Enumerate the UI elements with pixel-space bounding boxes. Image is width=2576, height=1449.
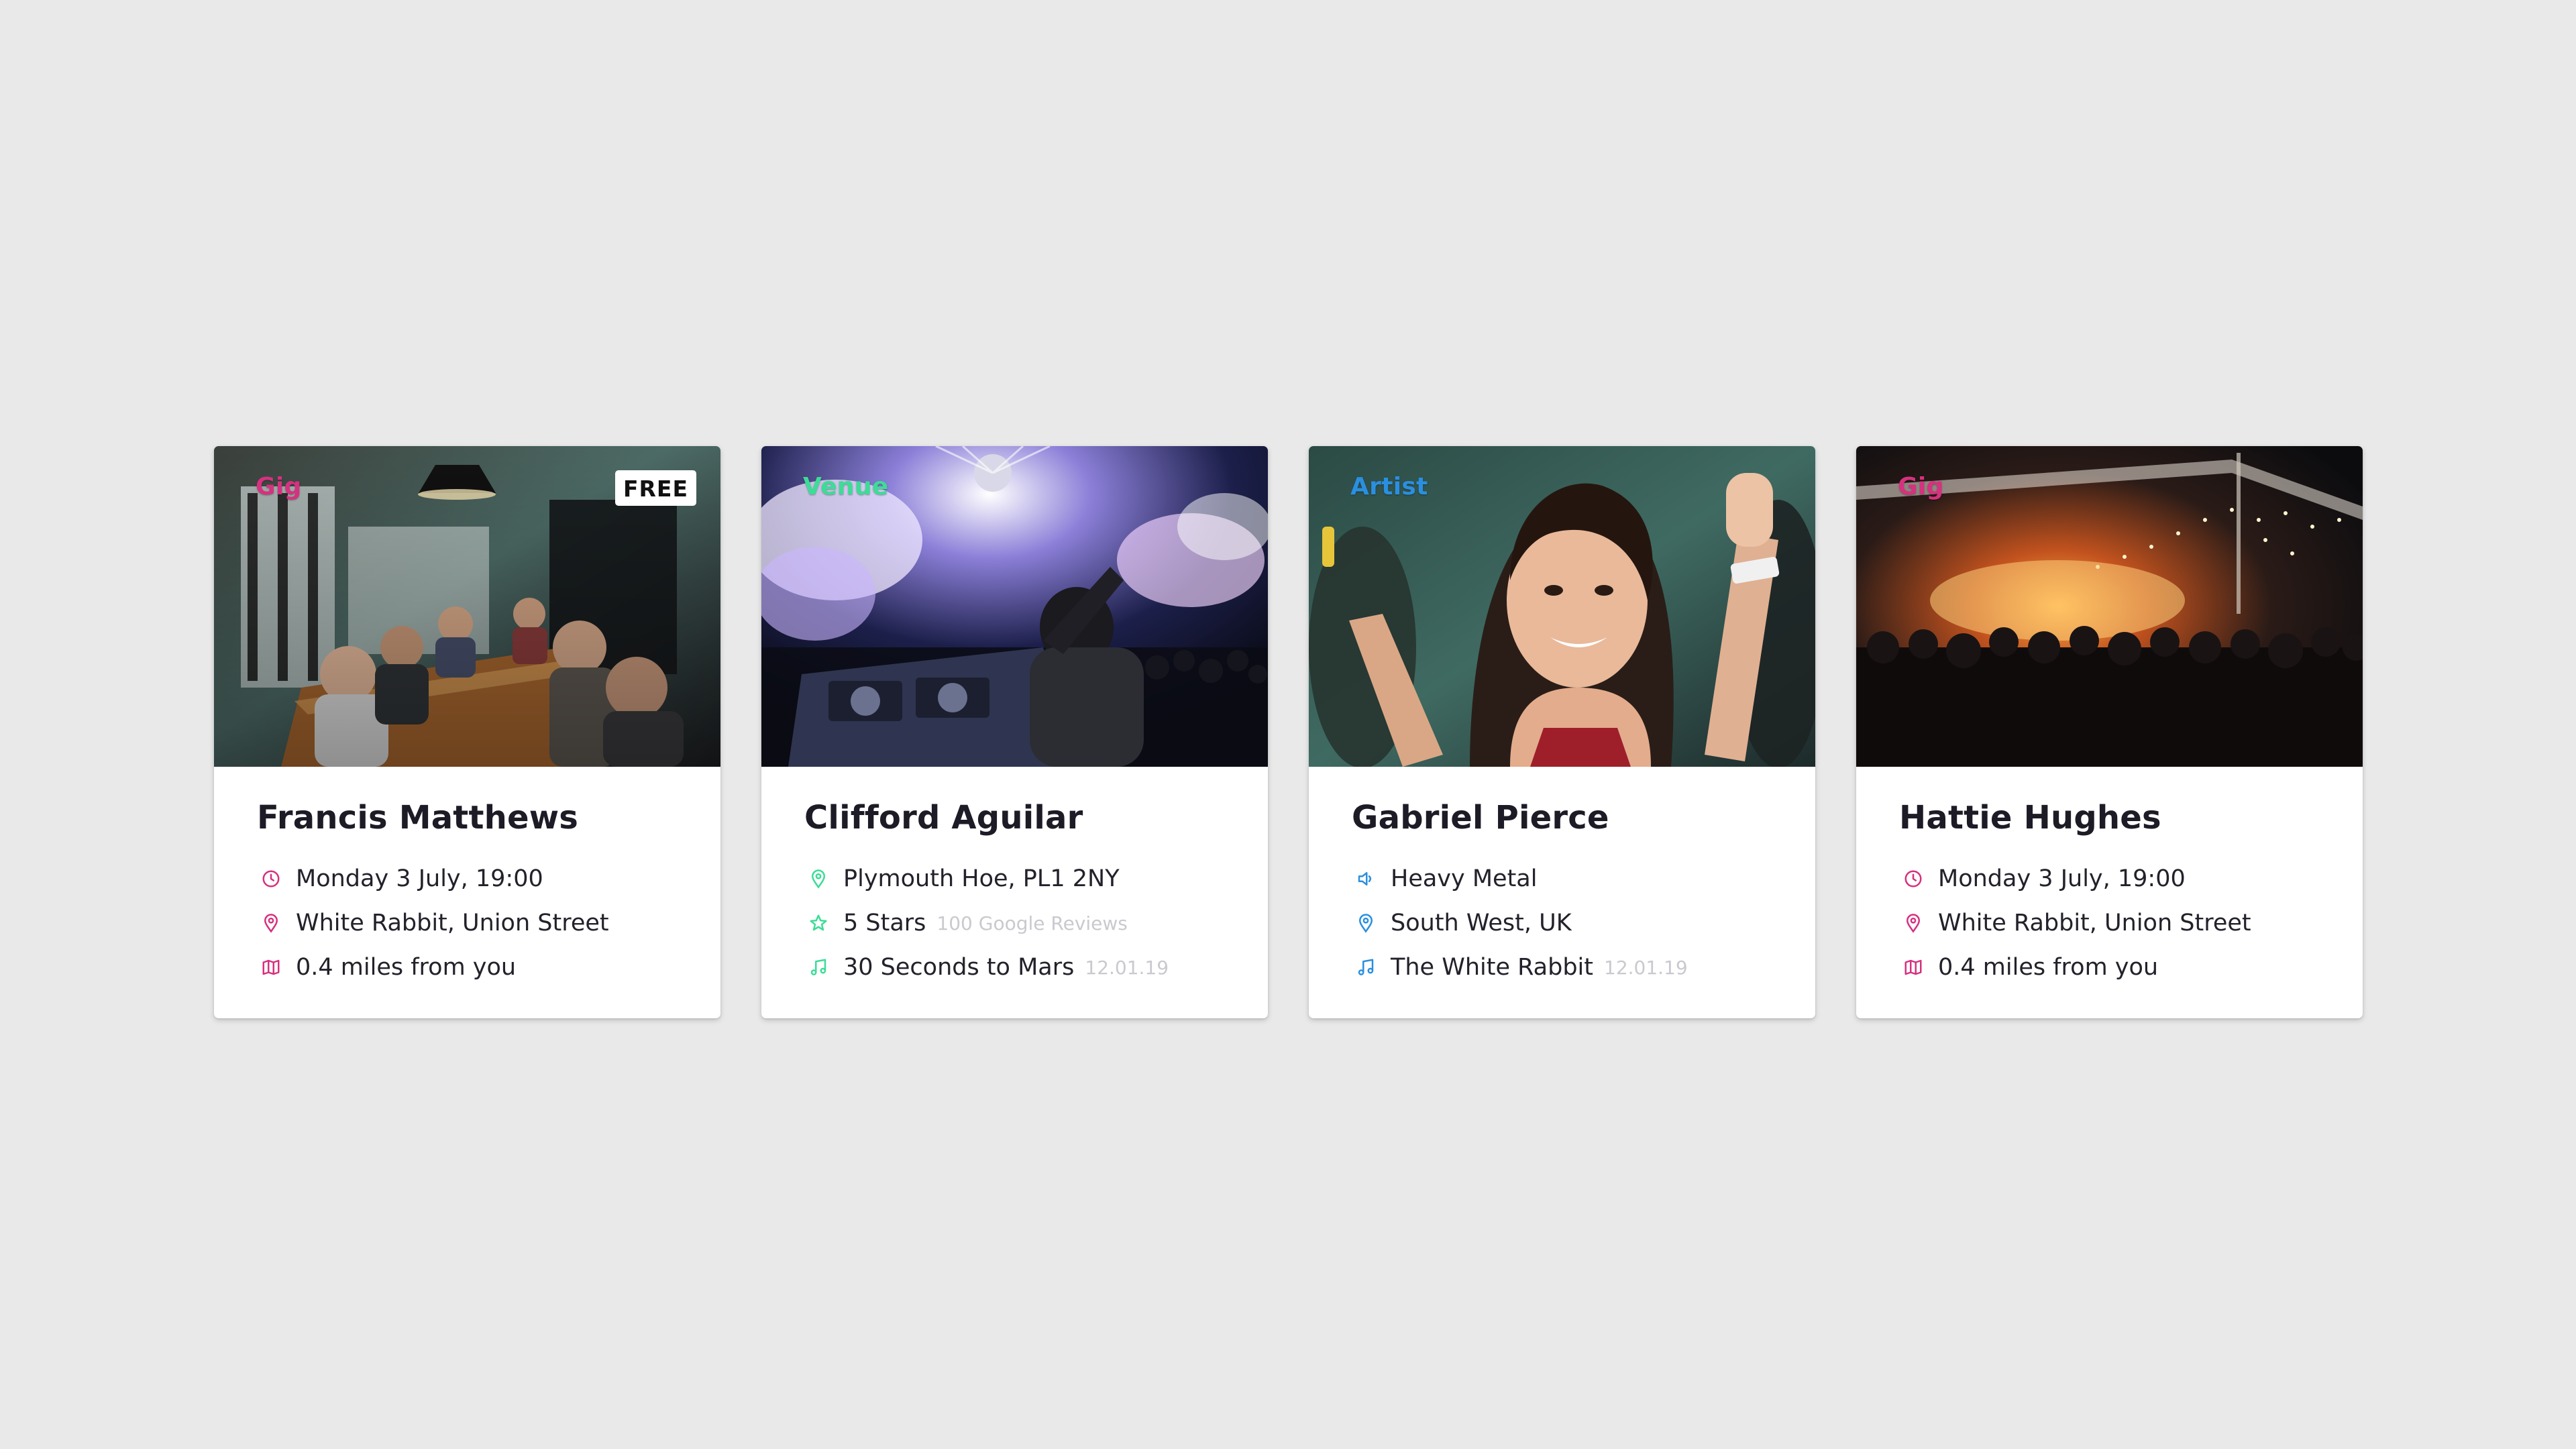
meta-text: South West, UK [1391,910,1572,936]
meta-row-event: 30 Seconds to Mars 12.01.19 [804,945,1226,989]
category-label: Artist [1350,473,1428,500]
meta-row-rating: 5 Stars 100 Google Reviews [804,901,1226,945]
meta-text: Plymouth Hoe, PL1 2NY [843,865,1120,892]
meta-row-location: South West, UK [1352,901,1774,945]
card-meta-list: Heavy Metal South West, UK The White Rab… [1352,857,1774,989]
location-pin-icon [1358,914,1373,933]
card-meta-list: Monday 3 July, 19:00 White Rabbit, Union… [1899,857,2321,989]
card-body: Hattie Hughes Monday 3 July, 19:00 White… [1856,767,2363,989]
meta-row-location: White Rabbit, Union Street [1899,901,2321,945]
free-badge: FREE [614,470,696,506]
event-date: 12.01.19 [1604,956,1688,979]
meta-text: Monday 3 July, 19:00 [1938,865,2186,892]
location-pin-icon [811,869,826,889]
event-card[interactable]: Artist Gabriel Pierce Heavy Metal South … [1309,446,1815,1018]
card-body: Francis Matthews Monday 3 July, 19:00 Wh… [214,767,720,989]
clock-icon [1904,870,1922,888]
page: Gig FREE Francis Matthews Monday 3 July,… [0,0,2576,1449]
card-meta-list: Plymouth Hoe, PL1 2NY 5 Stars 100 Google… [804,857,1226,989]
meta-text: Monday 3 July, 19:00 [296,865,543,892]
meta-row-location: White Rabbit, Union Street [257,901,679,945]
meta-text: 0.4 miles from you [296,954,517,981]
card-image[interactable]: Venue [761,446,1268,767]
location-pin-icon [1906,914,1921,933]
meta-row-distance: 0.4 miles from you [257,945,679,989]
event-card[interactable]: Gig Hattie Hughes Monday 3 July, 19:00 W… [1856,446,2363,1018]
review-count: 100 Google Reviews [936,912,1128,934]
card-list: Gig FREE Francis Matthews Monday 3 July,… [214,446,2363,1018]
music-note-icon [810,959,826,975]
card-image[interactable]: Gig FREE [214,446,720,767]
star-icon [810,914,827,931]
meta-text: 0.4 miles from you [1938,954,2159,981]
event-date: 12.01.19 [1085,956,1169,979]
meta-row-location: Plymouth Hoe, PL1 2NY [804,857,1226,901]
event-card[interactable]: Venue Clifford Aguilar Plymouth Hoe, PL1… [761,446,1268,1018]
meta-row-datetime: Monday 3 July, 19:00 [257,857,679,901]
meta-text: 5 Stars [843,910,926,936]
card-image[interactable]: Artist [1309,446,1815,767]
map-icon [262,959,280,975]
meta-row-genre: Heavy Metal [1352,857,1774,901]
card-body: Gabriel Pierce Heavy Metal South West, U… [1309,767,1815,989]
category-label: Gig [256,473,302,500]
meta-row-datetime: Monday 3 July, 19:00 [1899,857,2321,901]
card-title[interactable]: Francis Matthews [257,799,679,837]
meta-text: White Rabbit, Union Street [296,910,609,936]
clock-icon [262,870,280,888]
speaker-icon [1358,872,1372,885]
card-body: Clifford Aguilar Plymouth Hoe, PL1 2NY 5… [761,767,1268,989]
card-title[interactable]: Clifford Aguilar [804,799,1226,837]
category-label: Gig [1898,473,1944,500]
card-title[interactable]: Hattie Hughes [1899,799,2321,837]
event-card[interactable]: Gig FREE Francis Matthews Monday 3 July,… [214,446,720,1018]
meta-row-event: The White Rabbit 12.01.19 [1352,945,1774,989]
card-meta-list: Monday 3 July, 19:00 White Rabbit, Union… [257,857,679,989]
meta-text: White Rabbit, Union Street [1938,910,2251,936]
card-title[interactable]: Gabriel Pierce [1352,799,1774,837]
meta-row-distance: 0.4 miles from you [1899,945,2321,989]
category-label: Venue [803,473,889,500]
music-note-icon [1358,959,1374,975]
map-icon [1904,959,1922,975]
meta-text: Heavy Metal [1391,865,1538,892]
meta-text: The White Rabbit [1391,954,1593,981]
meta-text: 30 Seconds to Mars [843,954,1075,981]
location-pin-icon [264,914,278,933]
card-image[interactable]: Gig [1856,446,2363,767]
